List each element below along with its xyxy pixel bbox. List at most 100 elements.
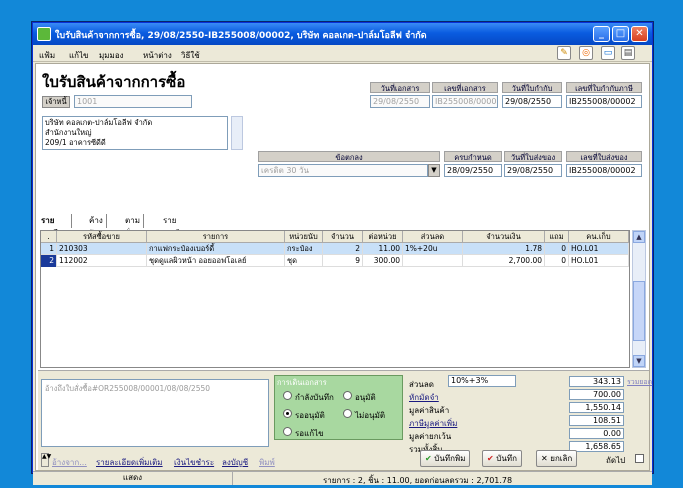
summary-label[interactable]: หักมัดจำ (409, 391, 439, 404)
item-unit: ชุด (285, 255, 323, 267)
address-scrollbar[interactable] (231, 116, 243, 150)
grid-header[interactable]: รายการ (147, 231, 285, 243)
summary-label: มูลค่ายกเว้น (409, 432, 452, 441)
close-icon: ✕ (541, 454, 548, 463)
document-icon[interactable]: ▤ (621, 46, 635, 60)
grid-header[interactable]: หน่วยนับ (285, 231, 323, 243)
invoice-date-field[interactable]: 29/08/2550 (502, 95, 562, 108)
delivery-no-field[interactable]: IB255008/00002 (566, 164, 642, 177)
tab-pending[interactable]: ค้างรับ (86, 214, 107, 238)
save-print-label: บันทึกพิม (434, 454, 466, 463)
doc-no-field[interactable]: IB255008/00002 (432, 95, 498, 108)
check-icon: ✔ (425, 454, 432, 463)
grid-header[interactable]: ส่วนลด (403, 231, 463, 243)
save-print-button[interactable]: ✔ บันทึกพิม (420, 450, 471, 467)
tax-invoice-no-header: เลขที่ใบกำกับภาษี (566, 82, 642, 93)
maximize-button[interactable]: □ (612, 26, 629, 42)
window-icon[interactable]: ▭ (601, 46, 615, 60)
grid-header[interactable]: ต่อหน่วย (363, 231, 403, 243)
item-discount (403, 255, 463, 267)
terms-field[interactable]: เครดิต 30 วัน (258, 164, 428, 177)
grid-header[interactable]: แถม (545, 231, 569, 243)
menu-help[interactable]: วิธีใช้ (181, 49, 200, 62)
grid-header[interactable]: จำนวนเงิน (463, 231, 545, 243)
grid-header[interactable]: จำนวน (323, 231, 363, 243)
grid-header[interactable]: รหัสซื้อขาย (57, 231, 147, 243)
save-button[interactable]: ✔ บันทึก (482, 450, 522, 467)
item-amount: 1.78 (463, 243, 545, 255)
creditor-label: เจ้าหนี้ (42, 96, 70, 108)
main-window: ใบรับสินค้าจากการซื้อ, 29/08/2550-IB2550… (32, 22, 653, 485)
address-line: บริษัท คอลเกต-ปาล์มโอลีฟ จำกัด (45, 118, 153, 127)
close-button[interactable]: ✕ (631, 26, 648, 42)
due-date-header: ครบกำหนด (444, 151, 502, 162)
tab-ordered[interactable]: ตามสั่ง (122, 214, 144, 238)
delivery-date-field[interactable]: 29/08/2550 (504, 164, 562, 177)
item-code: 210303 (57, 243, 147, 255)
radio-pending-edit[interactable] (283, 427, 292, 436)
cancel-label: ยกเลิก (550, 454, 573, 463)
menu-window[interactable]: หน้าต่าง (143, 49, 172, 62)
minimize-button[interactable]: _ (593, 26, 610, 42)
pencil-icon[interactable]: ✎ (557, 46, 571, 60)
goods-value: 1,550.14 (569, 402, 624, 413)
menu-file[interactable]: แฟ้ม (39, 49, 55, 62)
radio-saving[interactable] (283, 391, 292, 400)
address-box[interactable]: บริษัท คอลเกต-ปาล์มโอลีฟ จำกัด สำนักงานใ… (42, 116, 228, 150)
item-discount: 1%+20u (403, 243, 463, 255)
vat-value: 108.51 (569, 415, 624, 426)
chevron-down-icon[interactable]: ▼ (633, 355, 645, 367)
item-location: HO.L01 (569, 255, 629, 267)
item-amount: 2,700.00 (463, 255, 545, 267)
app-icon (37, 27, 51, 41)
menu-view[interactable]: มุมมอง (99, 49, 124, 62)
summary-label: มูลค่าสินค้า (409, 406, 450, 415)
more-detail-link[interactable]: รายละเอียดเพิ่มเติม (96, 456, 163, 469)
item-name: ชุดดูแลผิวหน้า ออยออฟโอเลย์ (147, 255, 285, 267)
tax-invoice-no-field[interactable]: IB255008/00002 (566, 95, 642, 108)
radio-label: รออนุมัติ (295, 411, 325, 420)
radio-approved[interactable] (343, 391, 352, 400)
help-icon[interactable]: ◎ (579, 46, 593, 60)
deposit-total: 700.00 (569, 389, 624, 400)
creditor-code-field[interactable]: 1001 (74, 95, 192, 108)
scroll-thumb[interactable] (633, 281, 645, 341)
table-row[interactable]: 2 112002 ชุดดูแลผิวหน้า ออยออฟโอเลย์ ชุด… (41, 255, 629, 267)
address-line: 209/1 อาคารซีดีดี (45, 138, 106, 147)
radio-label: อนุมัติ (355, 393, 376, 402)
item-free: 0 (545, 243, 569, 255)
spin-icon[interactable]: ▲▼ (41, 453, 51, 467)
cancel-button[interactable]: ✕ ยกเลิก (536, 450, 578, 467)
grid-header[interactable]: . (41, 231, 57, 243)
payment-terms-link[interactable]: เงินไขชำระ (174, 456, 214, 469)
doc-date-field[interactable]: 29/08/2550 (370, 95, 430, 108)
row-number: 1 (41, 243, 57, 255)
chevron-down-icon[interactable]: ▼ (428, 164, 440, 177)
summary-label[interactable]: ภาษีมูลค่าเพิ่ม (409, 417, 457, 430)
due-date-field[interactable]: 28/09/2550 (444, 164, 502, 177)
radio-rejected[interactable] (343, 409, 352, 418)
discount-input[interactable]: 10%+3% (448, 375, 516, 387)
table-row[interactable]: 1 210303 กาแฟกระป๋องเบอร์ดี้ กระป๋อง 2 1… (41, 243, 629, 255)
status-bar: แสดง รายการ : 2, ชิ้น : 11.00, ยอดก่อนลด… (33, 471, 652, 485)
print-link[interactable]: พิมพ์ (259, 456, 275, 469)
chevron-up-icon[interactable]: ▲ (633, 231, 645, 243)
save-label: บันทึก (496, 454, 517, 463)
menu-edit[interactable]: แก้ไข (69, 49, 89, 62)
tab-detail[interactable]: รายละเอียด (38, 214, 72, 238)
radio-pending-approval[interactable] (283, 409, 292, 418)
delivery-date-header: วันที่ใบส่งของ (504, 151, 562, 162)
ref-link[interactable]: อ้างจาก... (52, 456, 87, 469)
post-account-link[interactable]: ลงบัญชี (222, 456, 248, 469)
item-code: 112002 (57, 255, 147, 267)
grand-total: 1,658.65 (569, 441, 624, 452)
radio-label: กำลังบันทึก (295, 393, 334, 402)
grid-header[interactable]: คน.เก็บ (569, 231, 629, 243)
grid-scrollbar[interactable]: ▲ ▼ (632, 230, 646, 368)
remark-box[interactable]: อ้างถึงใบสั่งซื้อ#OR255008/00001/08/08/2… (41, 379, 269, 447)
next-checkbox[interactable] (635, 454, 644, 463)
sum-link[interactable]: รวมยอด (627, 377, 652, 388)
doc-status-title: การเดินเอกสาร (277, 378, 327, 387)
item-name: กาแฟกระป๋องเบอร์ดี้ (147, 243, 285, 255)
tab-more-detail[interactable]: รายละเอียดเพิ่มเติม (160, 214, 193, 251)
